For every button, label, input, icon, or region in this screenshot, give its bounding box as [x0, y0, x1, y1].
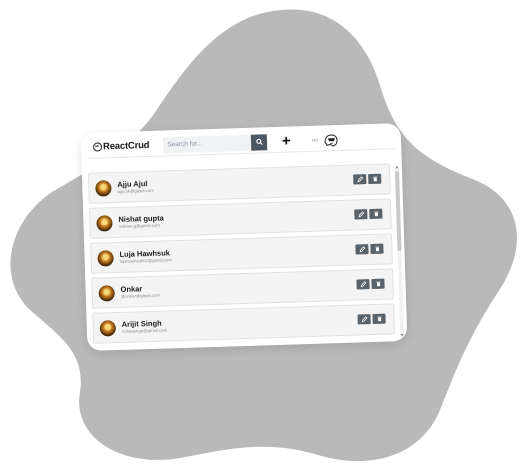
edit-button[interactable]: [357, 314, 371, 325]
app-window: ReactCrud + Hi! Ajju Ajul ajju.ak@gmail.…: [80, 123, 408, 351]
list-item[interactable]: Onkar @onkar@gmail.com: [91, 268, 395, 309]
trash-icon: [374, 246, 379, 252]
contact-avatar: [99, 319, 117, 337]
scrollbar-thumb[interactable]: [395, 171, 402, 252]
search-input[interactable]: [163, 134, 252, 153]
contact-email: lujahswhsuk02@gmail.com: [119, 257, 172, 264]
delete-button[interactable]: [370, 243, 384, 255]
delete-button[interactable]: [369, 208, 383, 220]
trash-icon: [376, 316, 382, 322]
list-item[interactable]: Ajju Ajul ajju.ak@gmail.com: [87, 163, 391, 204]
contact-email: ajju.ak@gmail.com: [117, 187, 154, 194]
user-avatar-icon[interactable]: [323, 132, 339, 147]
edit-button[interactable]: [356, 279, 370, 290]
trash-icon: [375, 281, 381, 287]
logo-icon: [92, 142, 103, 152]
logo-text: ReactCrud: [102, 139, 150, 153]
contact-avatar: [98, 284, 115, 302]
edit-button[interactable]: [354, 209, 368, 220]
contact-email: @onkar@gmail.com: [120, 292, 160, 299]
contact-list: Ajju Ajul ajju.ak@gmail.com Nishat gupta…: [87, 163, 396, 351]
header-bar: ReactCrud + Hi!: [86, 127, 396, 159]
list-item[interactable]: Luja Hawhsuk lujahswhsuk02@gmail.com: [90, 233, 393, 274]
edit-icon: [356, 176, 363, 183]
list-item[interactable]: Arijit Singh nahsdenge@gmail.com: [92, 303, 396, 344]
trash-icon: [373, 211, 378, 217]
scroll-up-arrow-icon[interactable]: [395, 165, 399, 169]
edit-icon: [359, 246, 365, 253]
list-item[interactable]: Nishat gupta nishant.g@gmail.com: [89, 198, 392, 239]
delete-button[interactable]: [368, 173, 382, 185]
edit-button[interactable]: [353, 174, 367, 185]
contact-email: nahsdenge@gmail.com: [121, 327, 168, 334]
contact-email: nishant.g@gmail.com: [118, 222, 161, 229]
delete-button[interactable]: [372, 313, 386, 324]
edit-icon: [360, 281, 366, 288]
contact-avatar: [95, 179, 112, 197]
edit-icon: [357, 211, 364, 218]
search-icon: [256, 138, 263, 145]
scroll-down-arrow-icon[interactable]: [400, 333, 404, 337]
app-logo[interactable]: ReactCrud: [92, 139, 150, 153]
delete-button[interactable]: [371, 278, 385, 290]
search-button[interactable]: [251, 133, 268, 151]
search-bar: [163, 133, 268, 153]
user-greeting: Hi!: [312, 137, 318, 143]
contact-avatar: [97, 249, 114, 267]
trash-icon: [372, 176, 377, 182]
add-contact-button[interactable]: +: [280, 132, 292, 149]
edit-icon: [361, 316, 368, 323]
edit-button[interactable]: [355, 244, 369, 255]
contact-avatar: [96, 214, 113, 232]
